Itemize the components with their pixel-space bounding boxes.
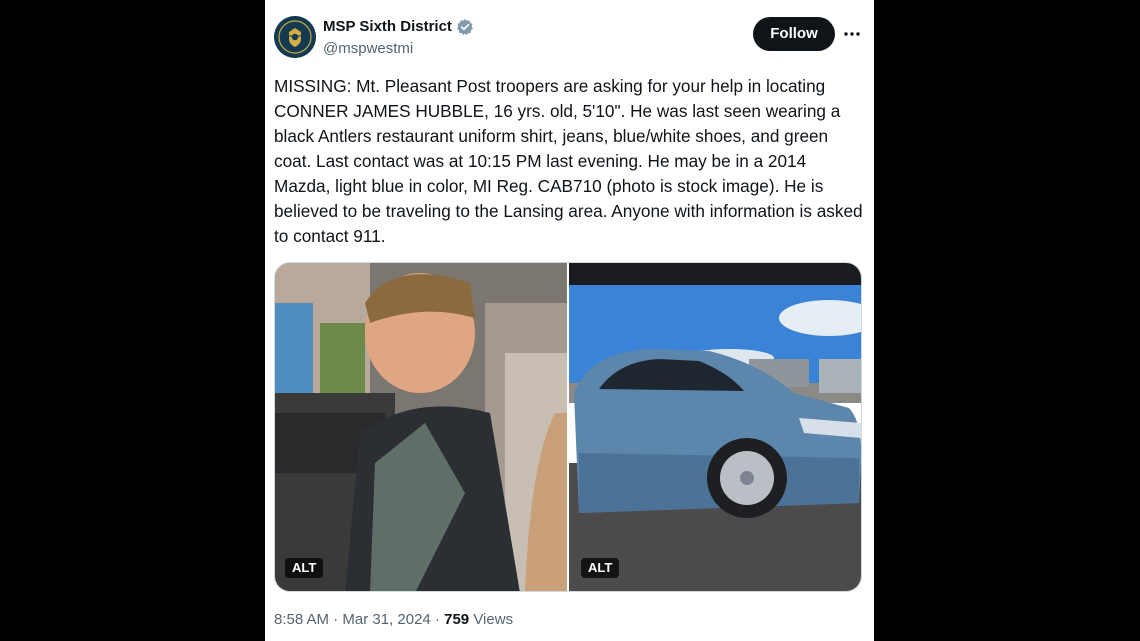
display-name[interactable]: MSP Sixth District: [323, 17, 452, 37]
car-photo[interactable]: [569, 263, 861, 591]
alt-text-badge[interactable]: ALT: [581, 558, 620, 578]
more-options-icon[interactable]: [841, 24, 863, 44]
tweet-text: MISSING: Mt. Pleasant Post troopers are …: [274, 76, 863, 246]
screen: MSP Sixth District @mspwestmi Follow MIS…: [0, 0, 1140, 641]
views-count: 759: [444, 611, 470, 628]
alt-text-badge[interactable]: ALT: [285, 558, 324, 578]
post-date[interactable]: Mar 31, 2024: [342, 611, 430, 628]
meta-separator: ·: [333, 611, 339, 628]
account-handle[interactable]: @mspwestmi: [323, 39, 413, 59]
tweet-card: MSP Sixth District @mspwestmi Follow MIS…: [265, 0, 874, 641]
media-grid: ALT ALT: [274, 262, 862, 592]
verified-badge-icon: [456, 18, 474, 36]
police-badge-logo: [274, 16, 316, 58]
meta-separator: ·: [434, 611, 440, 628]
boy-photo[interactable]: [275, 263, 567, 591]
avatar[interactable]: [274, 16, 316, 58]
follow-button[interactable]: Follow: [753, 17, 835, 51]
post-time[interactable]: 8:58 AM: [274, 611, 329, 628]
views-label: Views: [473, 611, 514, 628]
post-metadata: 8:58 AM · Mar 31, 2024 · 759 Views: [274, 610, 513, 630]
account-name-row: MSP Sixth District: [323, 17, 474, 37]
